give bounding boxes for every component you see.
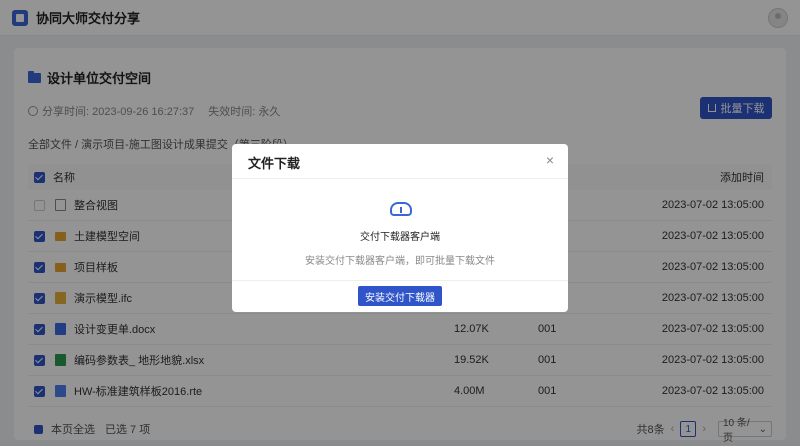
download-modal: 文件下载 × 交付下载器客户端 安装交付下载器客户端，即可批量下载文件 安装交付…: [232, 144, 568, 312]
install-downloader-button[interactable]: 安装交付下载器: [358, 286, 442, 306]
modal-heading: 交付下载器客户端: [360, 232, 440, 243]
close-icon[interactable]: ×: [546, 152, 554, 168]
divider: [232, 280, 568, 281]
divider: [232, 178, 568, 179]
modal-description: 安装交付下载器客户端，即可批量下载文件: [305, 256, 495, 267]
modal-title: 文件下载: [248, 156, 301, 171]
cloud-download-icon: [390, 202, 412, 216]
